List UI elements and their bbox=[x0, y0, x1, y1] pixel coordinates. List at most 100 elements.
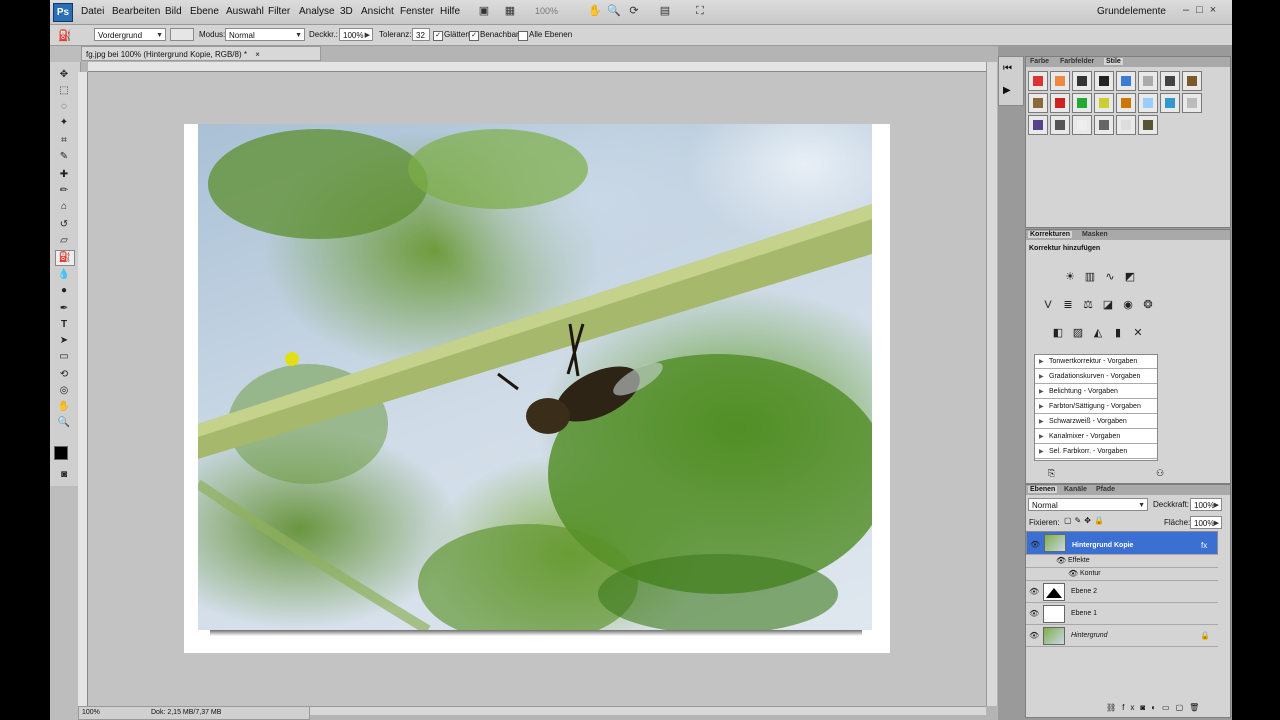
menu-bild[interactable]: Bild bbox=[165, 6, 182, 17]
window-controls[interactable]: –□× bbox=[1183, 4, 1223, 16]
3d-orbit-icon[interactable]: ◎ bbox=[55, 384, 73, 398]
move-tool-icon[interactable]: ✥ bbox=[55, 68, 73, 82]
style-swatch[interactable] bbox=[1050, 71, 1070, 91]
layer-row[interactable]: 👁 Hintergrund Kopie fx bbox=[1026, 531, 1218, 555]
posterize-icon[interactable]: ▨ bbox=[1070, 326, 1086, 340]
dodge-tool-icon[interactable]: ● bbox=[55, 284, 73, 298]
3d-rotate-icon[interactable]: ⟲ bbox=[55, 368, 73, 382]
style-swatch[interactable] bbox=[1050, 93, 1070, 113]
channel-mixer-icon[interactable]: ❂ bbox=[1140, 298, 1156, 312]
opacity-input[interactable]: 100% ▶ bbox=[339, 28, 373, 41]
fill-source-select[interactable]: Vordergrund ▼ bbox=[94, 28, 166, 41]
history-panel-icon[interactable]: ⏮ bbox=[1003, 63, 1012, 74]
crop-tool-icon[interactable]: ⌗ bbox=[55, 134, 73, 148]
preset-item[interactable]: ▶ Kanalmixer - Vorgaben bbox=[1035, 430, 1157, 444]
style-swatch[interactable] bbox=[1116, 115, 1136, 135]
lock-icons[interactable]: ▢✎✥🔒 bbox=[1064, 516, 1107, 525]
style-swatch[interactable] bbox=[1028, 71, 1048, 91]
style-swatch[interactable] bbox=[1116, 71, 1136, 91]
style-swatch[interactable] bbox=[1094, 115, 1114, 135]
smooth-checkbox[interactable]: ✓ bbox=[433, 31, 443, 41]
preset-item[interactable]: ▶ Gradationskurven - Vorgaben bbox=[1035, 370, 1157, 384]
eye-icon[interactable]: 👁 bbox=[1056, 556, 1066, 565]
tolerance-input[interactable]: 32 bbox=[412, 28, 430, 41]
arrange-documents-icon[interactable]: ▤ bbox=[657, 4, 673, 19]
style-swatch[interactable] bbox=[1182, 93, 1202, 113]
adjustment-layer-icon[interactable]: ⎘ bbox=[1048, 468, 1055, 479]
mode-select[interactable]: Normal ▼ bbox=[225, 28, 305, 41]
layer-opacity-input[interactable]: 100% ▶ bbox=[1190, 498, 1222, 511]
paint-bucket-tool-icon[interactable]: ⛽ bbox=[55, 250, 75, 266]
style-swatch[interactable] bbox=[1072, 71, 1092, 91]
tab-pfade[interactable]: Pfade bbox=[1094, 486, 1117, 493]
tab-masken[interactable]: Masken bbox=[1080, 231, 1110, 238]
levels-icon[interactable]: ▥ bbox=[1082, 270, 1098, 284]
vertical-scrollbar[interactable] bbox=[986, 62, 997, 706]
menu-filter[interactable]: Filter bbox=[268, 6, 290, 17]
path-selection-icon[interactable]: ➤ bbox=[55, 334, 73, 348]
photo-filter-icon[interactable]: ◉ bbox=[1120, 298, 1136, 312]
style-swatch[interactable] bbox=[1094, 71, 1114, 91]
style-swatch[interactable] bbox=[1138, 71, 1158, 91]
eye-icon[interactable]: 👁 bbox=[1029, 609, 1039, 618]
document-tab[interactable]: fg.jpg bei 100% (Hintergrund Kopie, RGB/… bbox=[81, 46, 321, 61]
style-swatch[interactable] bbox=[1028, 115, 1048, 135]
lasso-tool-icon[interactable]: ◌ bbox=[55, 100, 73, 114]
style-swatch[interactable] bbox=[1138, 115, 1158, 135]
black-white-icon[interactable]: ◪ bbox=[1100, 298, 1116, 312]
gradient-map-icon[interactable]: ▮ bbox=[1110, 326, 1126, 340]
preset-item[interactable]: ▶ Farbton/Sättigung - Vorgaben bbox=[1035, 400, 1157, 414]
hand-icon[interactable]: ✋ bbox=[587, 4, 603, 19]
invert-icon[interactable]: ◧ bbox=[1050, 326, 1066, 340]
document-close-icon[interactable]: × bbox=[255, 50, 260, 59]
threshold-icon[interactable]: ◭ bbox=[1090, 326, 1106, 340]
eye-icon[interactable]: 👁 bbox=[1030, 538, 1040, 551]
eyedropper-icon[interactable]: ✎ bbox=[55, 150, 73, 164]
layer-row[interactable]: 👁 Ebene 1 bbox=[1026, 603, 1218, 625]
style-swatch[interactable] bbox=[1072, 93, 1092, 113]
style-swatch[interactable] bbox=[1160, 93, 1180, 113]
menu-datei[interactable]: Datei bbox=[81, 6, 104, 17]
pen-tool-icon[interactable]: ✒ bbox=[55, 302, 73, 316]
zoom-icon[interactable]: 🔍 bbox=[606, 4, 622, 19]
style-swatch[interactable] bbox=[1028, 93, 1048, 113]
style-swatch[interactable] bbox=[1072, 115, 1092, 135]
hand-tool-icon[interactable]: ✋ bbox=[55, 400, 73, 414]
tab-ebenen[interactable]: Ebenen bbox=[1028, 486, 1058, 493]
eye-icon[interactable]: 👁 bbox=[1029, 587, 1039, 596]
selective-color-icon[interactable]: ✕ bbox=[1130, 326, 1146, 340]
style-swatch[interactable] bbox=[1160, 71, 1180, 91]
menu-3d[interactable]: 3D bbox=[340, 6, 353, 17]
clone-stamp-icon[interactable]: ⌂ bbox=[55, 200, 73, 214]
tab-korrekturen[interactable]: Korrekturen bbox=[1028, 231, 1073, 238]
vibrance-icon[interactable]: V bbox=[1040, 298, 1056, 312]
shape-tool-icon[interactable]: ▭ bbox=[55, 350, 73, 364]
history-brush-icon[interactable]: ↺ bbox=[55, 218, 73, 232]
style-swatch[interactable] bbox=[1116, 93, 1136, 113]
tab-kanaele[interactable]: Kanäle bbox=[1062, 486, 1089, 493]
fill-input[interactable]: 100% ▶ bbox=[1190, 516, 1222, 529]
quick-mask-icon[interactable]: ◙ bbox=[55, 468, 73, 482]
exposure-icon[interactable]: ◩ bbox=[1122, 270, 1138, 284]
eraser-icon[interactable]: ▱ bbox=[55, 234, 73, 248]
preset-item[interactable]: ▶ Belichtung - Vorgaben bbox=[1035, 385, 1157, 399]
curves-icon[interactable]: ∿ bbox=[1102, 270, 1118, 284]
foreground-color-swatch[interactable] bbox=[54, 446, 68, 460]
preset-item[interactable]: ▶ Schwarzweiß - Vorgaben bbox=[1035, 415, 1157, 429]
menu-fenster[interactable]: Fenster bbox=[400, 6, 434, 17]
tab-farbfelder[interactable]: Farbfelder bbox=[1058, 58, 1096, 65]
brightness-icon[interactable]: ☀ bbox=[1062, 270, 1078, 284]
brush-tool-icon[interactable]: ✏ bbox=[55, 184, 73, 198]
preset-item[interactable]: ▶ Sel. Farbkorr. - Vorgaben bbox=[1035, 445, 1157, 459]
magic-wand-icon[interactable]: ✦ bbox=[55, 116, 73, 130]
zoom-level[interactable]: 100% bbox=[535, 6, 558, 16]
tab-farbe[interactable]: Farbe bbox=[1028, 58, 1051, 65]
eye-icon[interactable]: 👁 bbox=[1068, 569, 1078, 578]
all-layers-checkbox[interactable] bbox=[518, 31, 528, 41]
type-tool-icon[interactable]: T bbox=[55, 318, 73, 332]
layer-effect-row[interactable]: 👁 Effekte bbox=[1026, 555, 1218, 568]
rotate-view-icon[interactable]: ⟳ bbox=[626, 4, 642, 19]
healing-brush-icon[interactable]: ✚ bbox=[55, 168, 73, 182]
tab-stile[interactable]: Stile bbox=[1104, 58, 1123, 65]
preset-item[interactable]: ▶ Tonwertkorrektur - Vorgaben bbox=[1035, 355, 1157, 369]
